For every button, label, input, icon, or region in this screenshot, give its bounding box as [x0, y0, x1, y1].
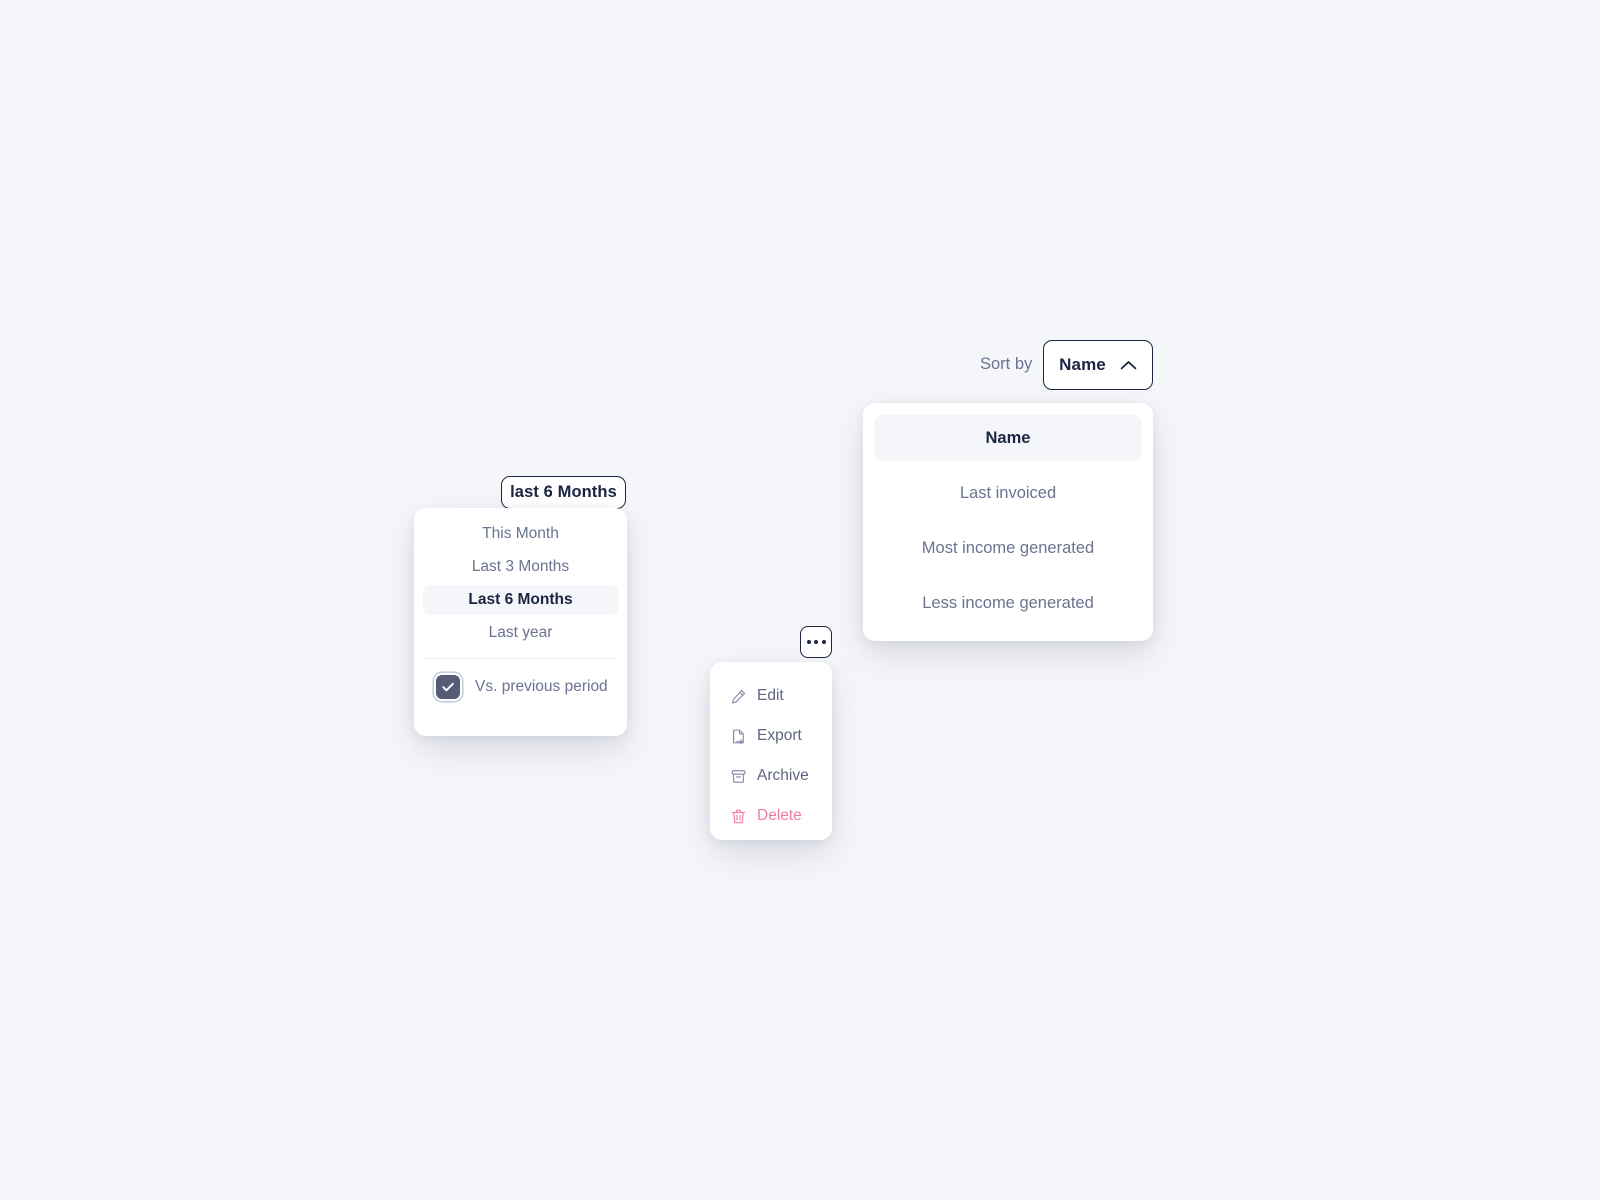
action-item-label: Archive: [757, 767, 809, 784]
date-range-option-label: Last 6 Months: [468, 591, 573, 608]
kebab-horizontal-icon: [814, 640, 818, 644]
actions-dropdown-panel: Edit Export Archive Delete: [710, 662, 832, 840]
sort-option-label: Less income generated: [922, 593, 1094, 612]
screen-canvas: last 6 Months This Month Last 3 Months L…: [0, 0, 1600, 1200]
sort-spacer: [863, 571, 1153, 580]
sort-option-name[interactable]: Name: [874, 415, 1142, 461]
date-range-option-label: Last year: [488, 624, 553, 641]
sort-option-less-income-generated[interactable]: Less income generated: [874, 580, 1142, 626]
sort-by-button-value: Name: [1059, 355, 1106, 374]
sort-option-label: Name: [985, 428, 1031, 447]
sort-option-most-income-generated[interactable]: Most income generated: [874, 525, 1142, 571]
sort-dropdown-panel: Name Last invoiced Most income generated…: [863, 403, 1153, 641]
action-item-export[interactable]: Export: [710, 716, 832, 756]
kebab-horizontal-icon: [821, 640, 826, 644]
kebab-horizontal-icon: [806, 640, 811, 644]
action-item-delete[interactable]: Delete: [710, 796, 832, 836]
action-item-label: Export: [757, 727, 802, 744]
action-item-label: Delete: [757, 807, 802, 824]
date-range-option-this-month[interactable]: This Month: [423, 519, 618, 549]
check-icon: [442, 682, 454, 692]
date-range-dropdown-panel: This Month Last 3 Months Last 6 Months L…: [414, 508, 627, 736]
date-range-option-last-6-months[interactable]: Last 6 Months: [423, 585, 618, 615]
trash-icon: [731, 809, 746, 823]
date-range-option-last-3-months[interactable]: Last 3 Months: [423, 552, 618, 582]
sort-by-button[interactable]: Name: [1043, 340, 1153, 390]
date-range-option-label: Last 3 Months: [471, 558, 570, 575]
vs-previous-period-label: Vs. previous period: [475, 678, 608, 695]
vs-previous-period-row[interactable]: Vs. previous period: [414, 659, 627, 701]
chevron-up-icon: [1120, 360, 1137, 369]
date-range-button-label: last 6 Months: [510, 483, 617, 501]
date-range-button[interactable]: last 6 Months: [501, 476, 626, 509]
kebab-menu-button[interactable]: [800, 626, 832, 658]
pencil-icon: [731, 689, 746, 703]
sort-option-label: Last invoiced: [959, 483, 1057, 502]
sort-option-label: Most income generated: [921, 538, 1095, 557]
sort-spacer: [863, 461, 1153, 470]
action-item-edit[interactable]: Edit: [710, 676, 832, 716]
sort-by-label: Sort by: [980, 355, 1033, 373]
vs-previous-period-checkbox[interactable]: [434, 673, 462, 701]
action-item-label: Edit: [757, 687, 784, 704]
sort-option-last-invoiced[interactable]: Last invoiced: [874, 470, 1142, 516]
date-range-option-label: This Month: [482, 525, 559, 542]
action-item-archive[interactable]: Archive: [710, 756, 832, 796]
date-range-option-last-year[interactable]: Last year: [423, 618, 618, 648]
file-export-icon: [732, 729, 744, 744]
archive-icon: [731, 769, 746, 783]
sort-spacer: [863, 516, 1153, 525]
